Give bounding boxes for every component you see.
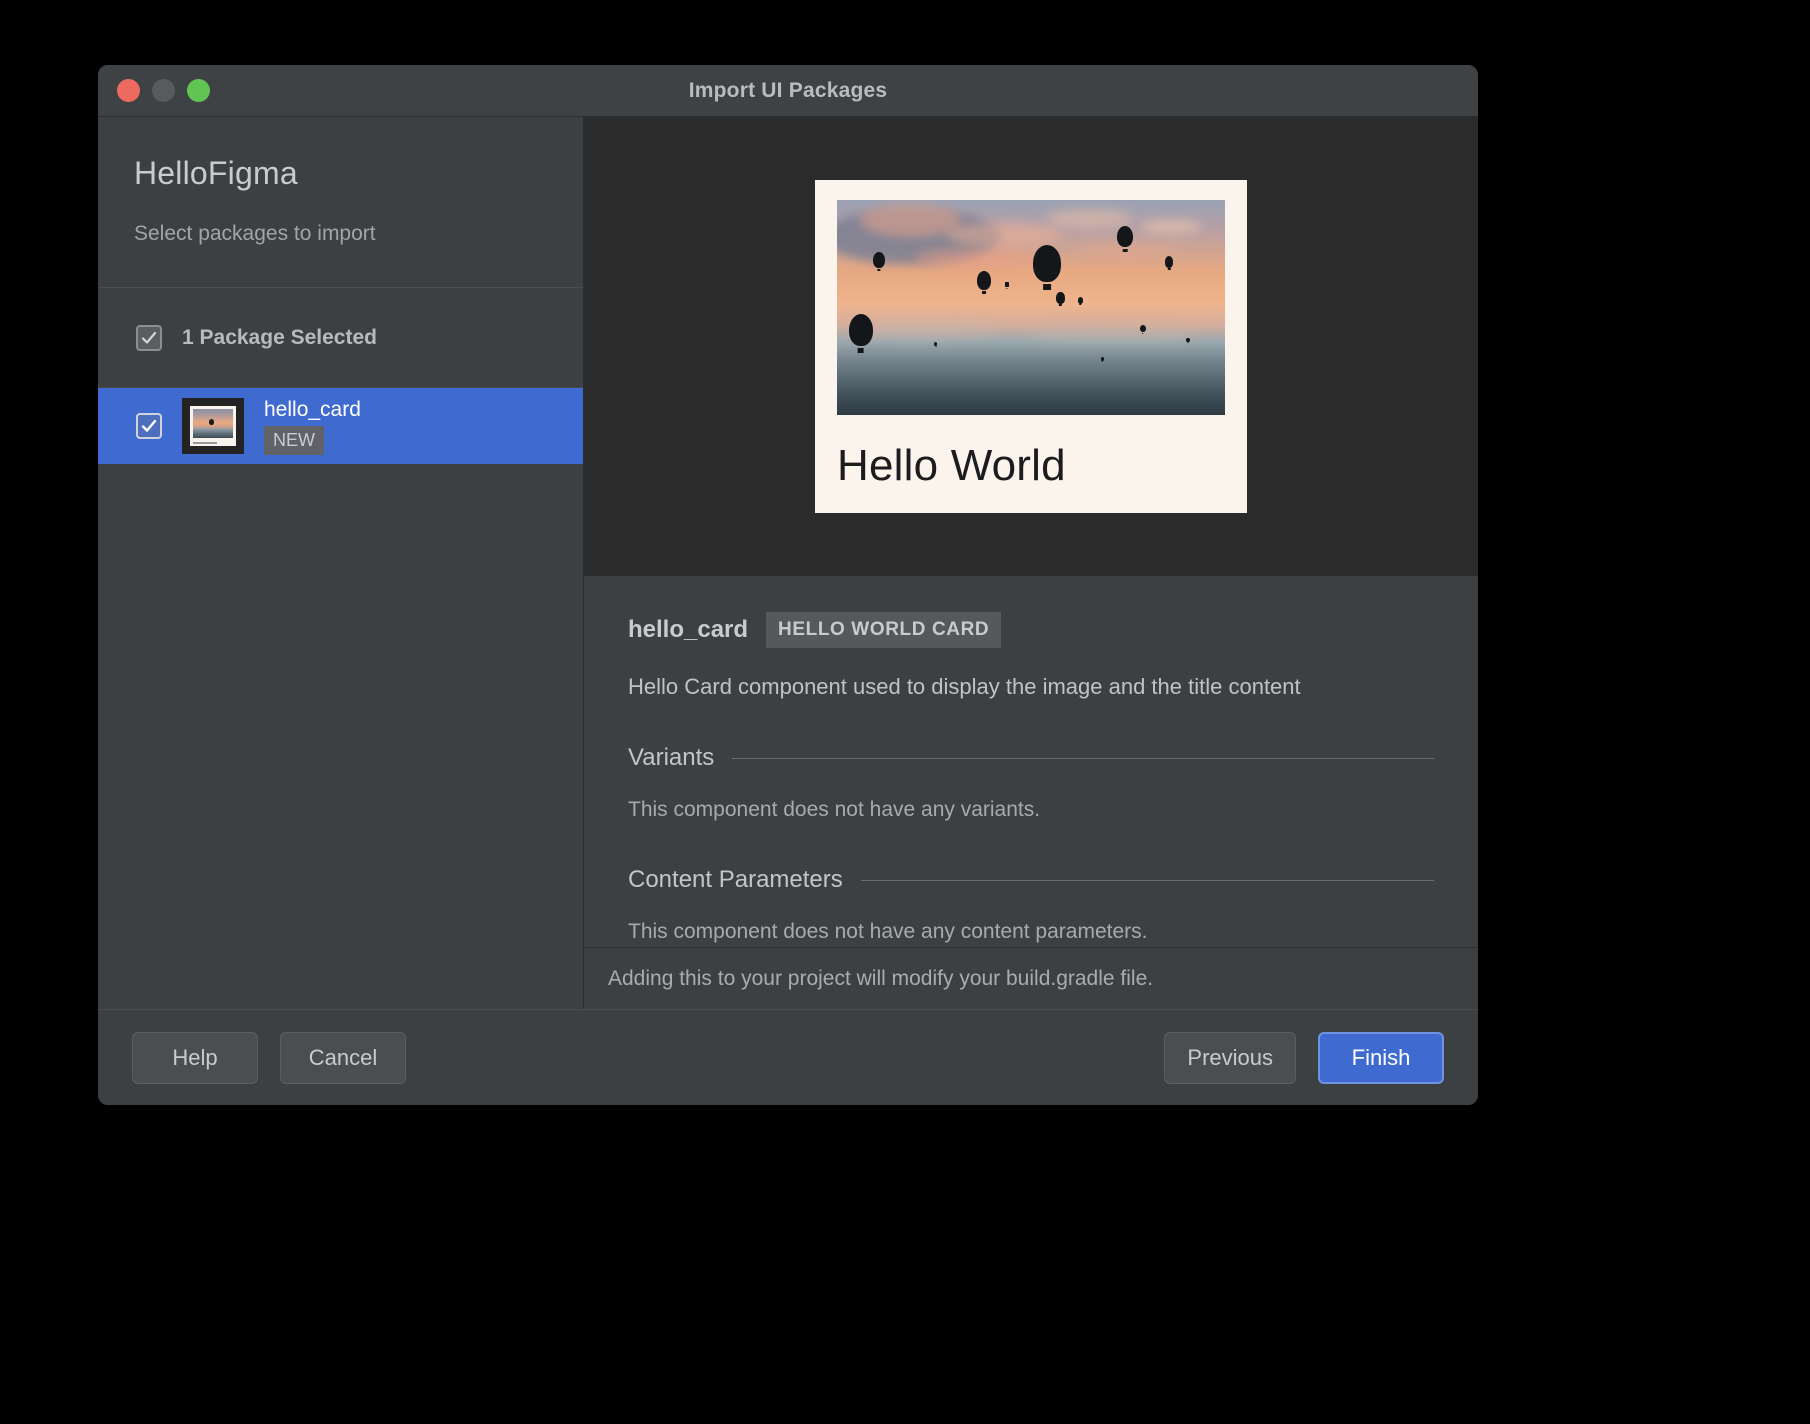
help-button[interactable]: Help <box>132 1031 258 1084</box>
previous-button[interactable]: Previous <box>1164 1031 1296 1084</box>
package-thumbnail-icon <box>182 398 244 454</box>
section-body-content-parameters: This component does not have any content… <box>628 920 1148 943</box>
screen: Import UI Packages HelloFigma Select pac… <box>0 0 1810 1424</box>
select-all-checkbox[interactable] <box>136 324 162 351</box>
balloon-icon <box>1164 255 1174 268</box>
balloon-icon <box>1004 281 1010 288</box>
component-description: Hello Card component used to display the… <box>628 674 1301 699</box>
section-header-content-parameters: Content Parameters <box>628 866 1434 894</box>
close-button-icon[interactable] <box>117 79 140 102</box>
cancel-button[interactable]: Cancel <box>280 1031 406 1084</box>
package-meta: hello_card NEW <box>264 398 361 455</box>
hello-card-preview: Hello World <box>815 180 1247 513</box>
window-body: HelloFigma Select packages to import 1 P… <box>98 117 1478 1009</box>
section-title: Variants <box>628 744 715 771</box>
balloon-icon <box>1056 292 1065 304</box>
section-divider <box>732 757 1434 759</box>
package-name: hello_card <box>264 397 361 421</box>
component-type-badge: HELLO WORLD CARD <box>766 612 1002 648</box>
traffic-light-controls <box>98 79 210 102</box>
sidebar-subtitle: Select packages to import <box>134 222 376 245</box>
balloon-icon <box>1077 296 1083 304</box>
component-name: hello_card <box>628 616 749 643</box>
balloon-icon <box>873 251 885 268</box>
sidebar-header: HelloFigma Select packages to import <box>98 117 583 288</box>
window-title: Import UI Packages <box>688 78 888 102</box>
finish-button[interactable]: Finish <box>1318 1031 1444 1084</box>
card-title: Hello World <box>837 441 1066 490</box>
balloons-image <box>837 200 1225 415</box>
status-bar: Adding this to your project will modify … <box>584 947 1478 1009</box>
footer-left-buttons: Help Cancel <box>132 1031 406 1084</box>
select-all-row[interactable]: 1 Package Selected <box>98 288 583 388</box>
component-header: hello_card HELLO WORLD CARD <box>628 612 1434 648</box>
balloon-icon <box>1139 324 1146 333</box>
list-item[interactable]: hello_card NEW <box>98 388 583 464</box>
detail-pane: Hello World hello_card HELLO WORLD CARD … <box>584 117 1478 1009</box>
component-preview: Hello World <box>584 117 1478 576</box>
section-body-variants: This component does not have any variant… <box>628 798 1041 821</box>
dialog-footer: Help Cancel Previous Finish <box>98 1009 1478 1105</box>
minimize-button-icon[interactable] <box>152 79 175 102</box>
zoom-button-icon[interactable] <box>187 79 210 102</box>
component-details: hello_card HELLO WORLD CARD Hello Card c… <box>584 576 1478 947</box>
new-badge: NEW <box>264 425 324 455</box>
balloon-icon <box>1100 356 1104 361</box>
section-divider <box>860 879 1434 881</box>
project-name: HelloFigma <box>134 155 298 191</box>
title-bar[interactable]: Import UI Packages <box>98 65 1478 117</box>
section-title: Content Parameters <box>628 866 843 893</box>
balloon-icon <box>848 313 873 347</box>
packages-sidebar: HelloFigma Select packages to import 1 P… <box>98 117 584 1009</box>
balloon-icon <box>977 270 992 290</box>
select-all-label: 1 Package Selected <box>182 325 377 349</box>
status-message: Adding this to your project will modify … <box>608 966 1154 990</box>
import-ui-packages-window: Import UI Packages HelloFigma Select pac… <box>98 65 1478 1105</box>
balloon-icon <box>1186 337 1190 342</box>
package-list: hello_card NEW <box>98 388 583 1009</box>
balloon-icon <box>1032 245 1061 282</box>
package-checkbox[interactable] <box>136 413 162 439</box>
balloon-icon <box>1117 225 1134 248</box>
footer-right-buttons: Previous Finish <box>1164 1031 1444 1084</box>
balloon-icon <box>934 341 938 346</box>
section-header-variants: Variants <box>628 744 1434 772</box>
